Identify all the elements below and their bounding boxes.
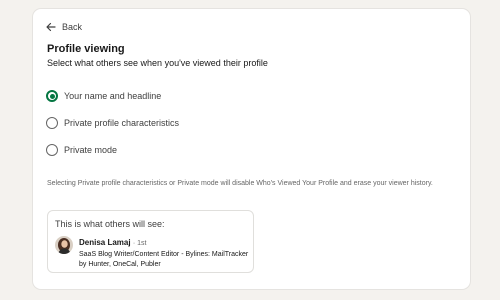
radio-unselected-icon[interactable] (46, 117, 58, 129)
option-label: Private profile characteristics (64, 118, 180, 128)
option-label: Your name and headline (64, 91, 162, 101)
option-label: Private mode (64, 145, 118, 155)
radio-unselected-icon[interactable] (46, 144, 58, 156)
profile-viewing-card: Back Profile viewing Select what others … (33, 9, 470, 289)
preview-name: Denisa Lamaj (79, 238, 131, 247)
arrow-left-icon (46, 22, 56, 32)
connection-degree: · 1st (132, 240, 147, 247)
preview-name-line: Denisa Lamaj · 1st (79, 238, 146, 247)
avatar (55, 236, 73, 254)
back-button[interactable]: Back (46, 22, 82, 32)
page-title: Profile viewing (47, 43, 125, 55)
privacy-note: Selecting Private profile characteristic… (47, 180, 433, 187)
option-private-profile-characteristics[interactable]: Private profile characteristics (46, 117, 179, 129)
option-name-and-headline[interactable]: Your name and headline (46, 90, 161, 102)
visibility-preview: This is what others will see: Denisa Lam… (47, 210, 254, 273)
radio-selected-icon[interactable] (46, 90, 58, 102)
back-label: Back (62, 22, 83, 32)
preview-heading: This is what others will see: (55, 219, 165, 229)
page-subtitle: Select what others see when you've viewe… (47, 58, 268, 68)
option-private-mode[interactable]: Private mode (46, 144, 117, 156)
preview-headline: SaaS Blog Writer/Content Editor - Byline… (79, 251, 249, 268)
